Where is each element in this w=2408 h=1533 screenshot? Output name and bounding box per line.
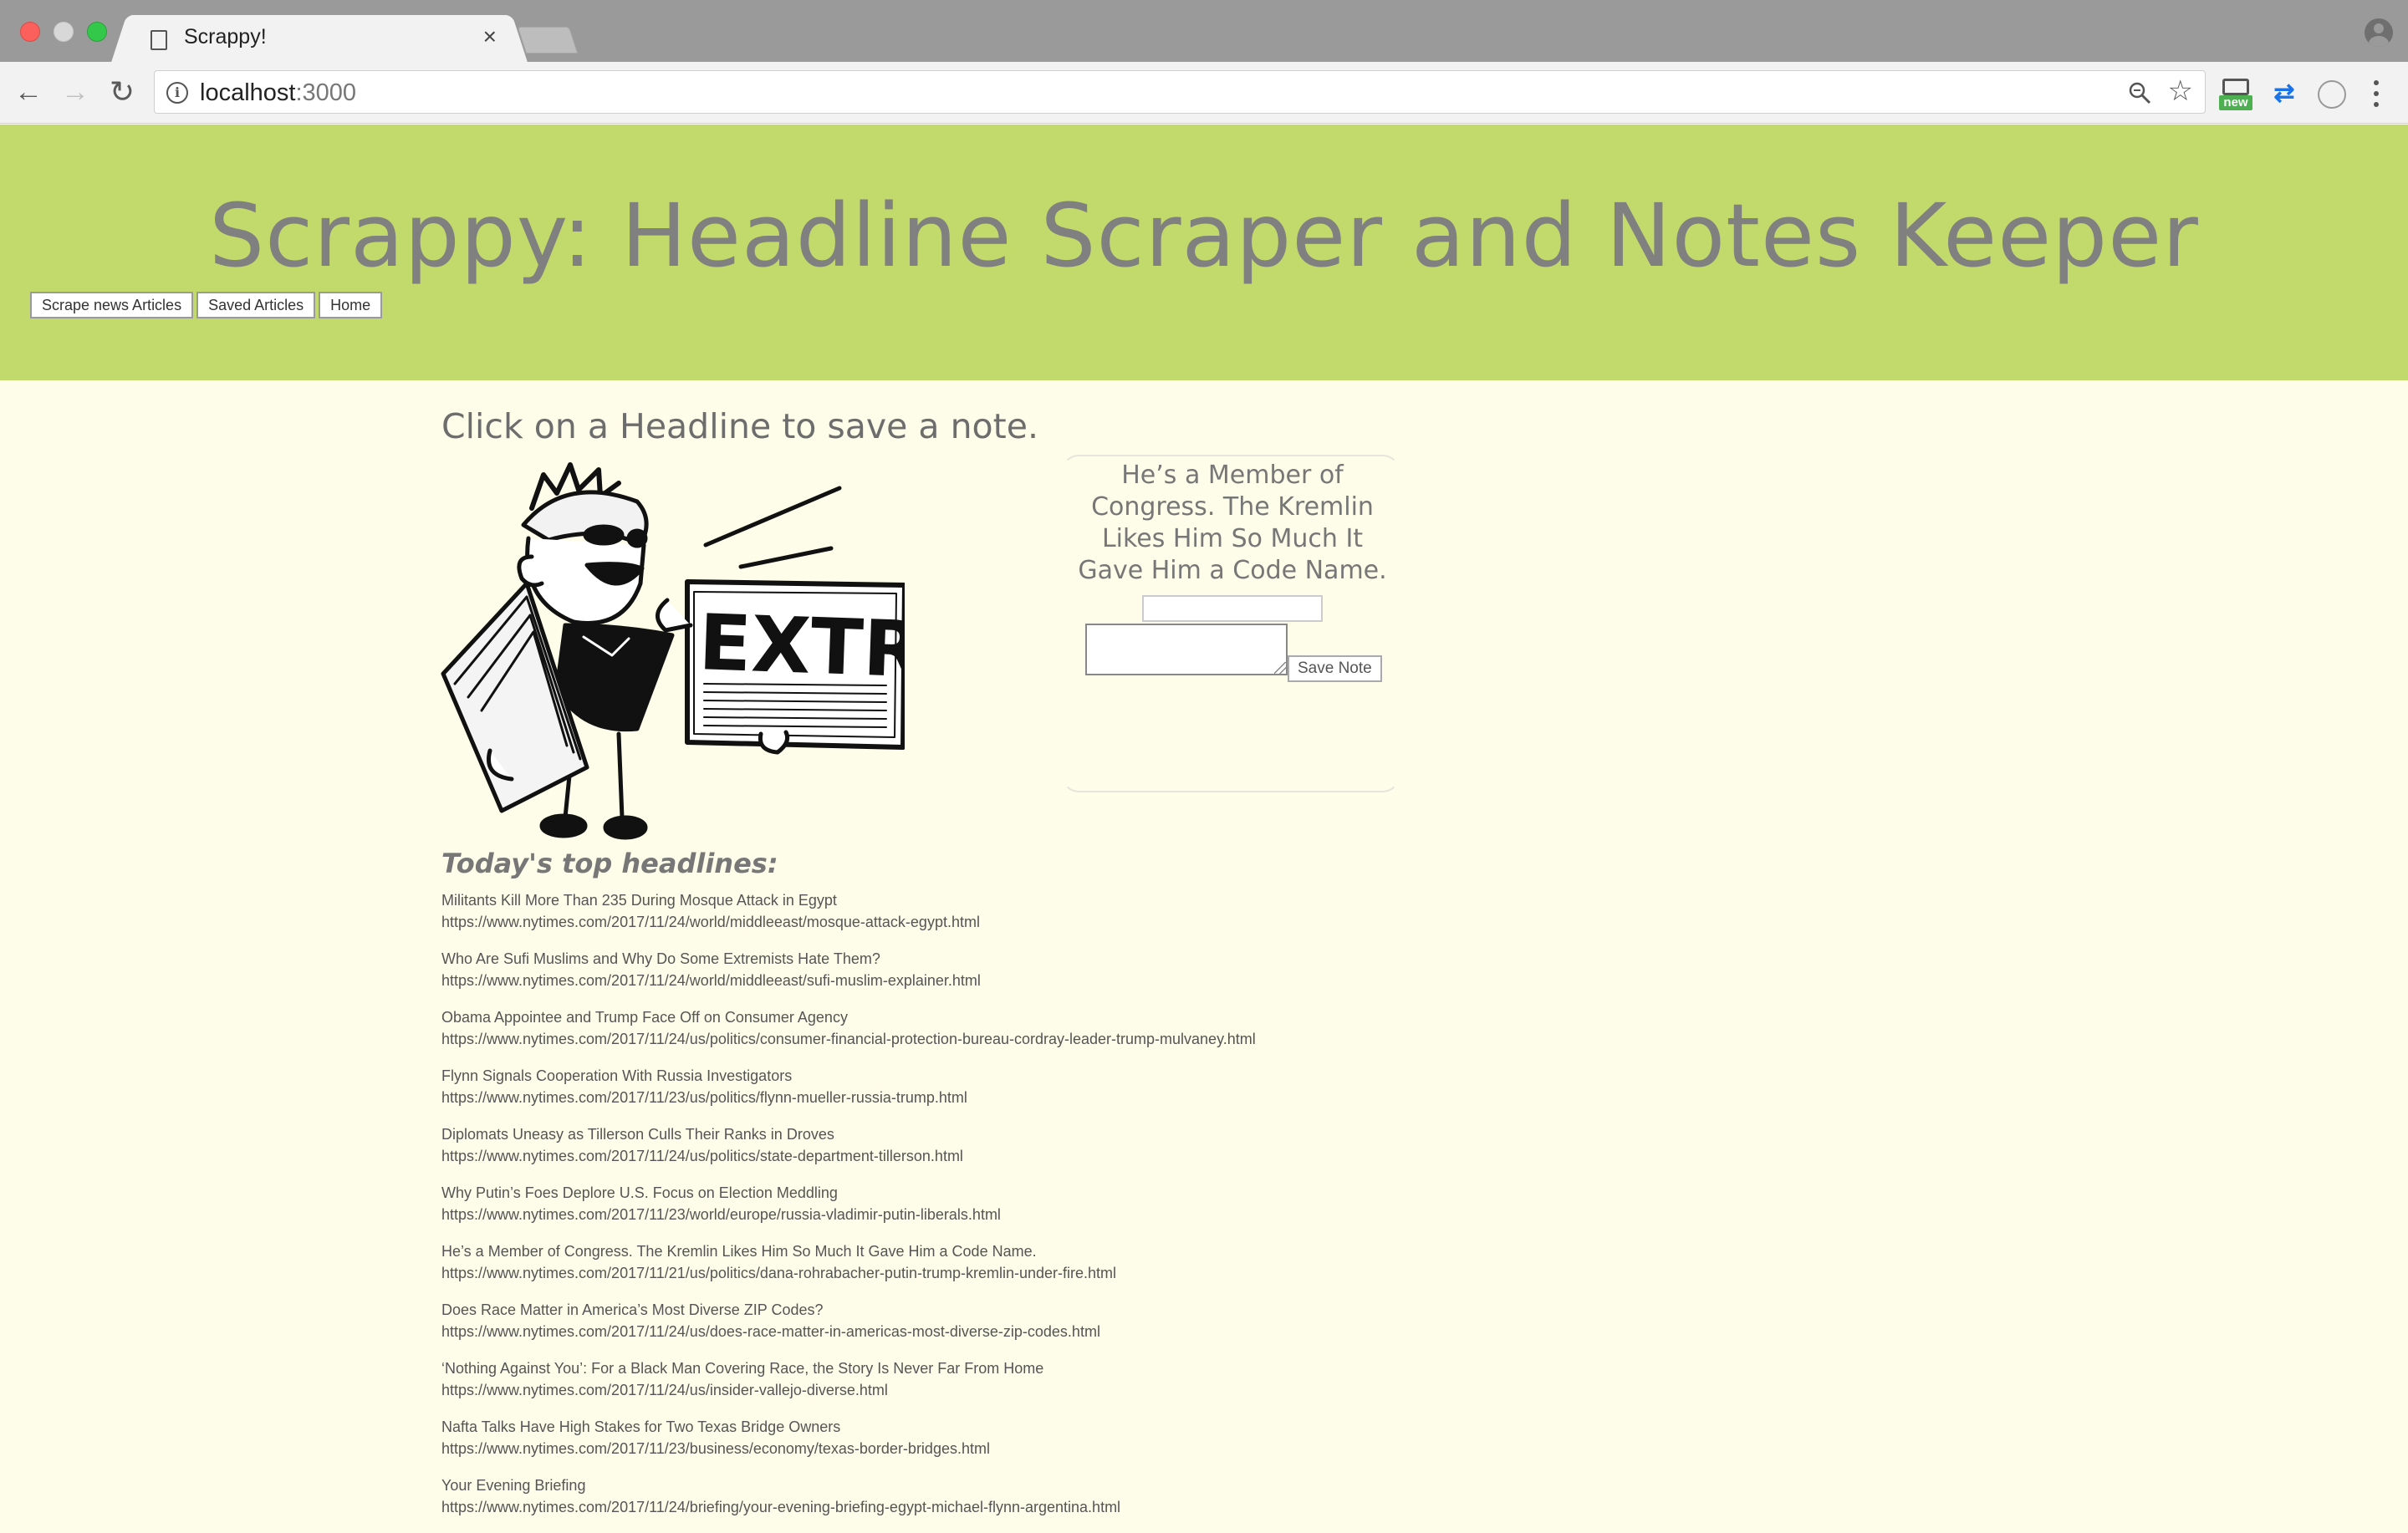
new-tab-button[interactable] xyxy=(517,27,579,53)
headline-item[interactable]: Your Evening Briefing https://www.nytimes… xyxy=(441,1474,1863,1533)
headline-title[interactable]: He’s a Member of Congress. The Kremlin L… xyxy=(441,1240,1863,1262)
resize-grip-icon[interactable] xyxy=(1274,662,1286,674)
headline-title[interactable]: Nafta Talks Have High Stakes for Two Tex… xyxy=(441,1416,1863,1438)
url-host: localhost xyxy=(200,79,296,106)
address-bar[interactable]: i localhost:3000 ☆ xyxy=(154,70,2206,114)
headline-url[interactable]: https://www.nytimes.com/2017/11/23/busin… xyxy=(441,1438,1863,1459)
zoom-icon[interactable] xyxy=(2128,81,2151,104)
minimize-window-button[interactable] xyxy=(54,22,74,42)
page-title: Scrappy: Headline Scraper and Notes Keep… xyxy=(209,185,2199,287)
maximize-window-button[interactable] xyxy=(87,22,107,42)
browser-titlebar: Scrappy! × xyxy=(0,0,2408,64)
note-title-input[interactable] xyxy=(1142,595,1323,622)
headline-url[interactable]: https://www.nytimes.com/2017/11/24/brief… xyxy=(441,1496,1863,1518)
save-note-button[interactable]: Save Note xyxy=(1288,655,1382,682)
info-icon[interactable]: i xyxy=(166,82,188,104)
extension-new-badge: new xyxy=(2219,95,2252,110)
screen-icon xyxy=(2222,79,2249,95)
circle-extension-icon[interactable] xyxy=(2314,77,2348,110)
headline-item[interactable]: Flynn Signals Cooperation With Russia In… xyxy=(441,1065,1863,1123)
headline-url[interactable]: https://www.nytimes.com/2017/11/24/us/in… xyxy=(441,1379,1863,1401)
star-icon[interactable]: ☆ xyxy=(2168,74,2193,108)
headline-item[interactable]: Militants Kill More Than 235 During Mosq… xyxy=(441,889,1863,948)
menu-dots-icon[interactable] xyxy=(2366,77,2386,110)
reload-icon[interactable]: ↻ xyxy=(104,74,140,110)
instruction-text: Click on a Headline to save a note. xyxy=(441,406,1038,446)
extra-sign-text: EXTRA! xyxy=(697,598,905,698)
headline-title[interactable]: ‘Nothing Against You’: For a Black Man C… xyxy=(441,1357,1863,1379)
headline-list: Militants Kill More Than 235 During Mosq… xyxy=(441,889,1863,1533)
note-panel: He’s a Member of Congress. The Kremlin L… xyxy=(1062,455,1400,792)
newsboy-illustration: EXTRA! xyxy=(441,462,905,840)
headline-item[interactable]: Who Are Sufi Muslims and Why Do Some Ext… xyxy=(441,948,1863,1006)
scrape-articles-button[interactable]: Scrape news Articles xyxy=(30,292,194,318)
headline-url[interactable]: https://www.nytimes.com/2017/11/24/world… xyxy=(441,970,1863,991)
headline-item[interactable]: Obama Appointee and Trump Face Off on Co… xyxy=(441,1006,1863,1065)
saved-articles-button[interactable]: Saved Articles xyxy=(196,292,316,318)
headline-item[interactable]: Diplomats Uneasy as Tillerson Culls Thei… xyxy=(441,1123,1863,1182)
headline-url[interactable]: https://www.nytimes.com/2017/11/24/us/po… xyxy=(441,1145,1863,1167)
new-extension-icon[interactable]: new xyxy=(2219,77,2252,110)
headline-title[interactable]: Does Race Matter in America’s Most Diver… xyxy=(441,1299,1863,1321)
page-header: Scrappy: Headline Scraper and Notes Keep… xyxy=(0,125,2408,380)
document-icon xyxy=(150,30,167,50)
headline-item[interactable]: He’s a Member of Congress. The Kremlin L… xyxy=(441,1240,1863,1299)
headline-url[interactable]: https://www.nytimes.com/2017/11/24/world… xyxy=(441,911,1863,933)
headline-url[interactable]: https://www.nytimes.com/2017/11/23/us/po… xyxy=(441,1087,1863,1108)
headline-url[interactable]: https://www.nytimes.com/2017/11/21/us/po… xyxy=(441,1262,1863,1284)
browser-toolbar: ← → ↻ i localhost:3000 ☆ new ⇄ xyxy=(0,62,2408,124)
headline-item[interactable]: ‘Nothing Against You’: For a Black Man C… xyxy=(441,1357,1863,1416)
url-text[interactable]: localhost:3000 xyxy=(200,79,356,107)
headline-url[interactable]: https://www.nytimes.com/2017/11/24/us/po… xyxy=(441,1028,1863,1050)
home-button[interactable]: Home xyxy=(319,292,383,318)
headline-title[interactable]: Obama Appointee and Trump Face Off on Co… xyxy=(441,1006,1863,1028)
headline-title[interactable]: Your Evening Briefing xyxy=(441,1474,1863,1496)
tab-title: Scrappy! xyxy=(184,25,267,48)
headline-title[interactable]: Who Are Sufi Muslims and Why Do Some Ext… xyxy=(441,948,1863,970)
headline-url[interactable]: https://www.nytimes.com/2017/11/24/us/do… xyxy=(441,1321,1863,1342)
headline-title[interactable]: Diplomats Uneasy as Tillerson Culls Thei… xyxy=(441,1123,1863,1145)
headline-title[interactable]: Militants Kill More Than 235 During Mosq… xyxy=(441,889,1863,911)
note-body-textarea[interactable] xyxy=(1085,624,1288,675)
forward-arrow-icon[interactable]: → xyxy=(57,74,94,110)
headline-item[interactable]: Does Race Matter in America’s Most Diver… xyxy=(441,1299,1863,1357)
close-window-button[interactable] xyxy=(20,22,40,42)
url-port: :3000 xyxy=(295,79,357,106)
header-nav: Scrape news Articles Saved Articles Home xyxy=(30,292,383,318)
tab-close-icon[interactable]: × xyxy=(483,23,497,50)
note-article-title: He’s a Member of Congress. The Kremlin L… xyxy=(1078,461,1387,585)
back-arrow-icon[interactable]: ← xyxy=(10,74,47,110)
headline-title[interactable]: Why Putin’s Foes Deplore U.S. Focus on E… xyxy=(441,1182,1863,1204)
headline-item[interactable]: Nafta Talks Have High Stakes for Two Tex… xyxy=(441,1416,1863,1474)
browser-tab-active[interactable]: Scrappy! × xyxy=(127,15,512,64)
arrows-extension-icon[interactable]: ⇄ xyxy=(2268,77,2301,110)
headline-item[interactable]: Why Putin’s Foes Deplore U.S. Focus on E… xyxy=(441,1182,1863,1240)
headlines-heading: Today's top headlines: xyxy=(441,848,778,879)
headline-title[interactable]: Flynn Signals Cooperation With Russia In… xyxy=(441,1065,1863,1087)
headline-url[interactable]: https://www.nytimes.com/2017/11/23/world… xyxy=(441,1204,1863,1225)
profile-icon[interactable] xyxy=(2365,18,2393,47)
